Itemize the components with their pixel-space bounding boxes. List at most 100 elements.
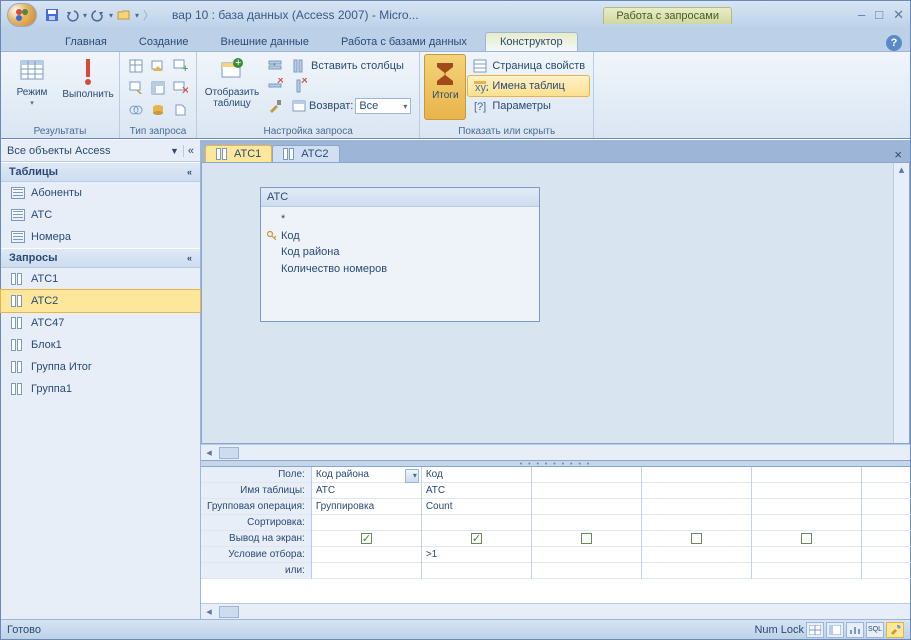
checkbox[interactable] [581, 533, 592, 544]
insert-columns-button[interactable]: Вставить столбцы [287, 56, 408, 76]
design-view-button[interactable] [886, 622, 904, 638]
qbe-cell[interactable] [642, 483, 751, 499]
checkbox[interactable] [361, 533, 372, 544]
qbe-cell[interactable] [532, 547, 641, 563]
select-query-button[interactable] [126, 56, 146, 76]
return-combo[interactable]: Все [355, 98, 411, 114]
nav-item[interactable]: АТС [1, 204, 200, 226]
qbe-cell[interactable] [752, 515, 861, 531]
table-pane[interactable]: АТС *КодКод районаКоличество номеров ▴ [201, 162, 910, 444]
qbe-cell[interactable] [862, 547, 911, 563]
table-field[interactable]: Код [267, 228, 533, 245]
qbe-cell[interactable] [532, 483, 641, 499]
nav-item[interactable]: АТС1 [1, 268, 200, 290]
nav-item[interactable]: Группа1 [1, 378, 200, 400]
qbe-show-cell[interactable] [752, 531, 861, 547]
builder-button[interactable] [265, 96, 285, 116]
qbe-cell[interactable] [862, 483, 911, 499]
sql-view-button[interactable]: SQL [866, 622, 884, 638]
table-field[interactable]: Количество номеров [267, 261, 533, 278]
qbe-cell[interactable] [312, 563, 421, 579]
qbe-cell[interactable] [862, 563, 911, 579]
qbe-cell[interactable] [642, 547, 751, 563]
qbe-cell[interactable] [752, 499, 861, 515]
datasheet-view-button[interactable] [806, 622, 824, 638]
help-button[interactable]: ? [886, 35, 902, 51]
nav-item[interactable]: Абоненты [1, 182, 200, 204]
parameters-button[interactable]: [?]Параметры [468, 96, 589, 116]
qbe-cell[interactable] [752, 483, 861, 499]
update-query-button[interactable] [126, 78, 146, 98]
minimize-button[interactable]: – [858, 7, 865, 23]
make-table-query-button[interactable] [148, 56, 168, 76]
qbe-cell[interactable] [862, 499, 911, 515]
nav-group-header[interactable]: Таблицы« [1, 162, 200, 182]
qbe-cell[interactable] [422, 563, 531, 579]
qbe-cell[interactable] [532, 563, 641, 579]
pivot-table-view-button[interactable] [826, 622, 844, 638]
tab-home[interactable]: Главная [51, 33, 121, 51]
qbe-cell[interactable] [532, 467, 641, 483]
crosstab-query-button[interactable] [148, 78, 168, 98]
office-button[interactable] [7, 3, 37, 27]
checkbox[interactable] [801, 533, 812, 544]
nav-item[interactable]: Номера [1, 226, 200, 248]
qbe-cell[interactable]: АТС [422, 483, 531, 499]
undo-button[interactable] [63, 6, 81, 24]
show-table-button[interactable]: + Отобразить таблицу [201, 54, 263, 120]
horizontal-scrollbar-upper[interactable]: ◂ [201, 444, 910, 460]
table-field[interactable]: Код района [267, 244, 533, 261]
qbe-cell[interactable] [642, 563, 751, 579]
qbe-cell[interactable] [312, 547, 421, 563]
checkbox[interactable] [691, 533, 702, 544]
nav-item[interactable]: АТС47 [1, 312, 200, 334]
delete-query-button[interactable]: ✕ [170, 78, 190, 98]
qbe-show-cell[interactable] [532, 531, 641, 547]
qbe-cell[interactable] [642, 499, 751, 515]
pivot-chart-view-button[interactable] [846, 622, 864, 638]
qbe-cell[interactable]: Код района [312, 467, 421, 483]
pane-splitter[interactable]: • • • • • • • • • [201, 460, 910, 467]
qbe-cell[interactable] [532, 515, 641, 531]
totals-button[interactable]: Итоги [424, 54, 466, 120]
passthrough-query-button[interactable] [148, 100, 168, 120]
collapse-nav-button[interactable]: « [183, 145, 194, 157]
qbe-show-cell[interactable] [312, 531, 421, 547]
property-sheet-button[interactable]: Страница свойств [468, 56, 589, 76]
qbe-show-cell[interactable] [422, 531, 531, 547]
document-tab[interactable]: АТС2 [272, 145, 339, 162]
view-mode-button[interactable]: Режим ▾ [5, 54, 59, 120]
nav-pane-header[interactable]: Все объекты Access ▼ « [1, 140, 200, 162]
maximize-button[interactable]: □ [875, 7, 883, 23]
qbe-cell[interactable]: >1 [422, 547, 531, 563]
qbe-cell[interactable] [862, 467, 911, 483]
qbe-cell[interactable] [642, 515, 751, 531]
nav-item[interactable]: Блок1 [1, 334, 200, 356]
tab-database-tools[interactable]: Работа с базами данных [327, 33, 481, 51]
qbe-cell[interactable] [642, 467, 751, 483]
qbe-cell[interactable] [752, 563, 861, 579]
nav-item[interactable]: Группа Итог [1, 356, 200, 378]
close-button[interactable]: ✕ [893, 7, 904, 23]
document-tab[interactable]: АТС1 [205, 145, 272, 162]
close-document-button[interactable]: × [890, 147, 906, 162]
qbe-cell[interactable]: Count [422, 499, 531, 515]
vertical-scrollbar[interactable]: ▴ [893, 163, 909, 443]
qbe-show-cell[interactable] [862, 531, 911, 547]
qbe-cell[interactable] [422, 515, 531, 531]
qbe-cell[interactable]: Код [422, 467, 531, 483]
qbe-cell[interactable] [862, 515, 911, 531]
tab-create[interactable]: Создание [125, 33, 203, 51]
qbe-show-cell[interactable] [642, 531, 751, 547]
qbe-cell[interactable] [752, 467, 861, 483]
qbe-cell[interactable] [532, 499, 641, 515]
union-query-button[interactable] [126, 100, 146, 120]
qbe-cell[interactable]: Группировка [312, 499, 421, 515]
save-button[interactable] [43, 6, 61, 24]
qbe-cell[interactable] [312, 515, 421, 531]
redo-button[interactable] [89, 6, 107, 24]
delete-columns-button[interactable]: ✕ [287, 76, 311, 96]
table-field[interactable]: * [267, 211, 533, 228]
nav-item[interactable]: АТС2 [1, 290, 200, 312]
tab-design[interactable]: Конструктор [485, 32, 578, 51]
